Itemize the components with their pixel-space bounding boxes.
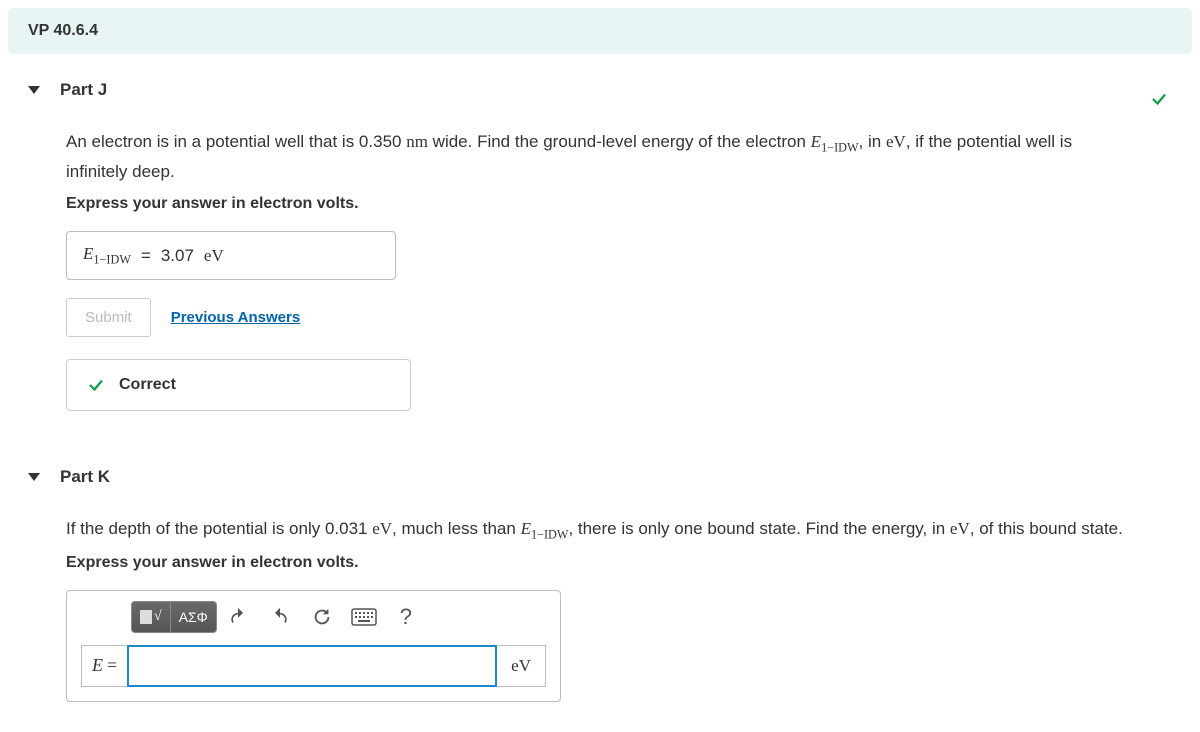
answer-input-row: E= eV [71,639,556,697]
answer-lhs: E= [81,645,127,687]
templates-button[interactable]: √ [131,601,170,633]
part-j-prompt: An electron is in a potential well that … [66,128,1134,187]
root-icon: √ [154,609,162,625]
help-button[interactable]: ? [385,601,427,633]
submit-button[interactable]: Submit [66,298,151,337]
part-j-actions: Submit Previous Answers [66,298,1134,337]
part-j-answer-display: E1−IDW = 3.07 eV [66,231,396,280]
part-j-title: Part J [60,80,107,100]
caret-down-icon [28,473,40,481]
answer-unit: eV [497,645,546,687]
greek-button[interactable]: ΑΣΦ [170,601,217,633]
previous-answers-link[interactable]: Previous Answers [171,309,301,326]
part-k-instruction: Express your answer in electron volts. [66,554,1134,572]
correct-label: Correct [119,376,176,394]
assignment-header: VP 40.6.4 [8,8,1192,54]
undo-button[interactable] [217,601,259,633]
correct-feedback: Correct [66,359,411,411]
part-j-instruction: Express your answer in electron volts. [66,195,1134,213]
part-j-header[interactable]: Part J [8,62,1192,118]
part-k-section: Part K If the depth of the potential is … [8,449,1192,731]
part-j-section: Part J An electron is in a potential wel… [8,62,1192,441]
fraction-icon [140,610,152,624]
answer-lhs: E1−IDW [83,244,131,267]
check-icon [87,376,105,394]
part-k-body: If the depth of the potential is only 0.… [8,505,1192,731]
part-k-title: Part K [60,467,110,487]
part-k-header[interactable]: Part K [8,449,1192,505]
answer-input[interactable] [127,645,497,687]
caret-down-icon [28,86,40,94]
reset-button[interactable] [301,601,343,633]
editor-toolbar: √ ΑΣΦ ? [71,595,556,639]
check-icon [1150,90,1168,108]
answer-editor: √ ΑΣΦ ? E= [66,590,561,702]
part-j-body: An electron is in a potential well that … [8,118,1192,441]
part-k-prompt: If the depth of the potential is only 0.… [66,515,1134,545]
redo-button[interactable] [259,601,301,633]
assignment-title: VP 40.6.4 [28,22,1172,40]
keyboard-button[interactable] [343,601,385,633]
